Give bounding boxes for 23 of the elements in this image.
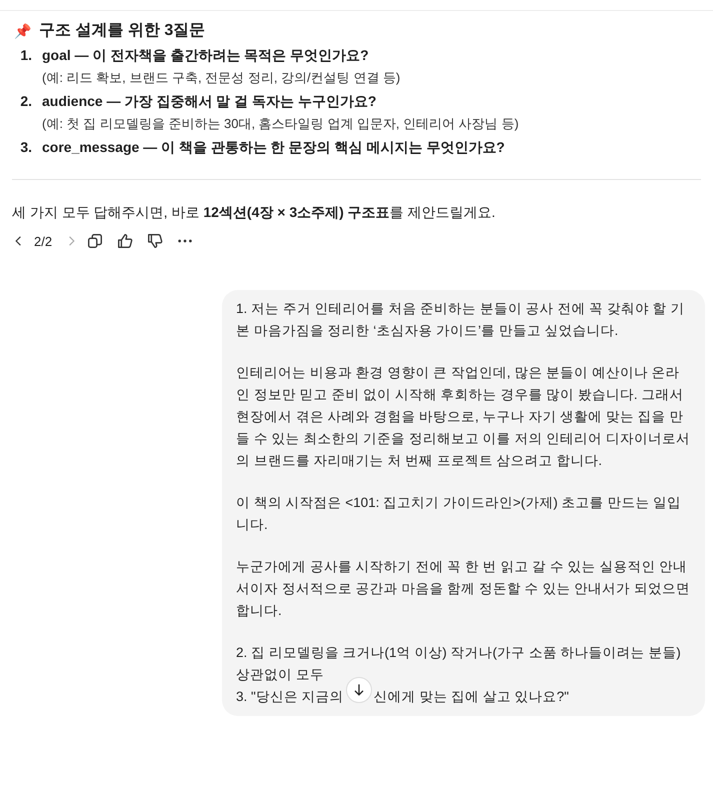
message-line: 2. 집 리모델링을 크거나(1억 이상) 작거나(가구 소품 하나들이려는 분들) 상관없이 모두 (236, 644, 682, 684)
page-counter: 2/2 (34, 234, 52, 248)
thumbs-down-icon[interactable] (146, 232, 164, 250)
message-paragraph: 이 책의 시작점은 <101: 집고치기 가이드라인>(가제) 초고를 만드는 일입니다. (236, 494, 682, 534)
copy-icon[interactable] (86, 232, 104, 250)
message-paragraph: 누군가에게 공사를 시작하기 전에 꼭 한 번 읽고 갈 수 있는 실용적인 안내서이자 정서적으로 공간과 마음을 함께 정돈할 수 있는 안내서가 되었으면 합니다. (236, 558, 691, 620)
message-paragraph: 1. 저는 주거 인테리어를 처음 준비하는 분들이 공사 전에 꼭 갖춰야 할 기본 마음가짐을 정리한 ‘초심자용 가이드’를 만들고 싶었습니다. (236, 300, 686, 340)
list-number: 3. (19, 138, 32, 157)
message-text: 신에게 맞는 집에 살고 있나요?" (374, 688, 569, 706)
example-text: (예: 리드 확보, 브랜드 구축, 전문성 정리, 강의/컨설팅 연결 등) (42, 69, 400, 87)
question-text: goal — 이 전자책을 출간하려는 목적은 무엇인가요? (42, 46, 370, 65)
list-number: 2. (19, 92, 32, 111)
section-heading: 구조 설계를 위한 3질문 (39, 21, 206, 41)
question-text: core_message — 이 책을 관통하는 한 문장의 핵심 메시지는 무엇인가요? (42, 138, 505, 157)
closing-text: 세 가지 모두 답해주시면, 바로 12섹션(4장 × 3소주제) 구조표를 제안드릴게요. (12, 204, 496, 222)
thumbs-up-icon[interactable] (116, 232, 134, 250)
message-text: 3. "당신은 지금의 (236, 688, 344, 706)
scroll-down-button[interactable] (346, 677, 372, 703)
question-text: audience — 가장 집중해서 말 걸 독자는 누구인가요? (42, 92, 378, 111)
list-number: 1. (19, 46, 32, 65)
message-paragraph: 인테리어는 비용과 환경 영향이 큰 작업인데, 많은 분들이 예산이나 온라인 정보만 믿고 준비 없이 시작해 후회하는 경우를 많이 봤습니다. 그래서 현장에서 겪은 사례와 경험을 바탕으로, 누구나 자기 생활에 맞는 집을 만들 수 있는 최소한의 기준을 정리해보고 이를 저의 인테리어 디자이너로서의 브랜드를 자리매기는 처 번째 프로젝트 삼으려고 합니다. (236, 364, 691, 470)
pin-icon: 📌 (14, 22, 31, 38)
example-text: (예: 첫 집 리모델링을 준비하는 30대, 홈스타일링 업계 입문자, 인테리어 사장님 등) (42, 115, 519, 133)
